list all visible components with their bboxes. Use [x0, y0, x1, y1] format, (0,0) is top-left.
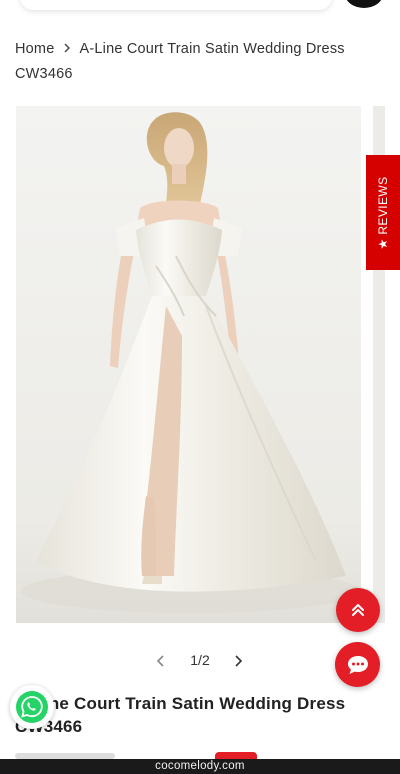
product-image[interactable] — [16, 106, 361, 623]
account-button[interactable] — [345, 0, 383, 8]
browser-url-bar[interactable]: cocomelody.com — [0, 759, 400, 774]
live-chat-button[interactable] — [335, 642, 380, 687]
reviews-tab[interactable]: ★ REVIEWS — [366, 155, 400, 270]
gallery-pager: 1/2 — [148, 648, 252, 674]
search-bar[interactable] — [20, 0, 332, 10]
breadcrumb-home-link[interactable]: Home — [15, 41, 54, 57]
wedding-dress-photo — [16, 106, 361, 623]
whatsapp-icon — [16, 691, 48, 723]
double-chevron-up-icon — [352, 604, 364, 616]
product-title: A-Line Court Train Satin Wedding Dress C… — [15, 694, 346, 736]
chevron-right-icon[interactable] — [230, 653, 246, 669]
reviews-tab-label: ★ REVIEWS — [376, 175, 390, 250]
scroll-to-top-button[interactable] — [336, 588, 380, 632]
url-text: cocomelody.com — [155, 760, 245, 772]
chevron-right-icon — [64, 43, 71, 53]
whatsapp-button[interactable] — [10, 685, 54, 729]
chat-bubble-icon — [347, 655, 368, 674]
breadcrumb: Home A-Line Court Train Satin Wedding Dre… — [15, 37, 385, 87]
